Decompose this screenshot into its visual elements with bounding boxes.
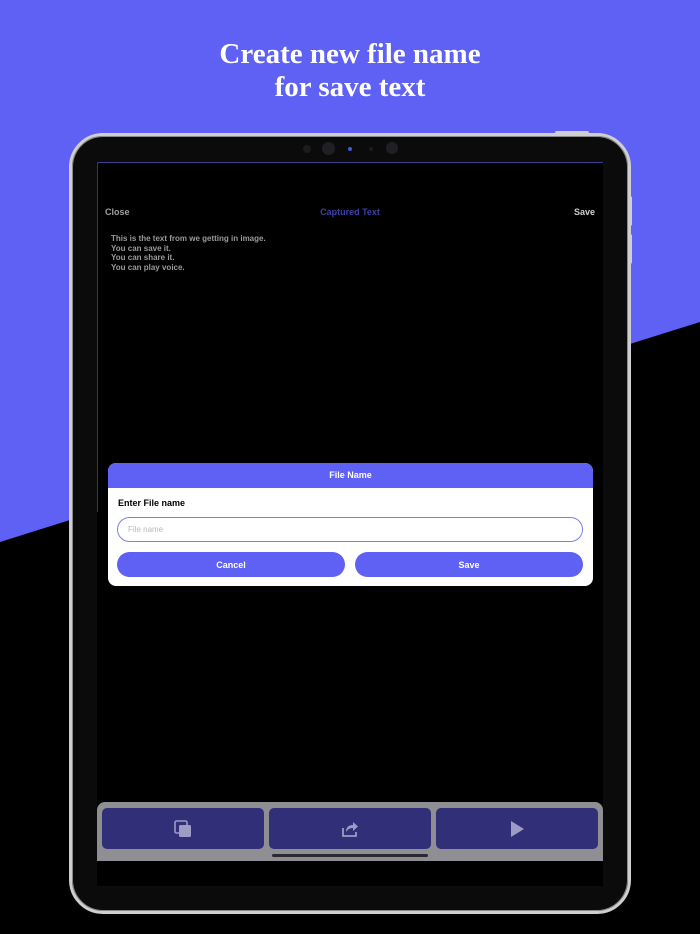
captured-text-line: You can share it. xyxy=(111,253,175,262)
sensor-indicator xyxy=(348,147,352,151)
play-button[interactable] xyxy=(436,808,598,849)
file-name-dialog: File Name Enter File name Cancel Save xyxy=(108,463,593,586)
dialog-title: File Name xyxy=(108,463,593,488)
top-button xyxy=(555,131,589,135)
play-icon xyxy=(511,820,524,837)
cancel-button[interactable]: Cancel xyxy=(117,552,345,577)
captured-text-line: You can play voice. xyxy=(111,262,185,272)
share-icon xyxy=(342,821,358,837)
copy-button[interactable] xyxy=(102,808,264,849)
headline-line-2: for save text xyxy=(274,71,426,103)
headline: Create new file name for save text xyxy=(0,38,700,104)
captured-text[interactable]: This is the text from we getting in imag… xyxy=(111,234,266,272)
bottom-toolbar xyxy=(97,802,603,861)
camera-lens xyxy=(322,142,335,155)
copy-icon xyxy=(174,819,191,837)
home-indicator xyxy=(272,854,428,857)
share-button[interactable] xyxy=(269,808,431,849)
camera-lens-secondary xyxy=(386,142,398,154)
save-nav-button[interactable]: Save xyxy=(574,207,595,217)
file-name-input[interactable] xyxy=(117,517,583,542)
volume-down-button xyxy=(628,234,632,264)
captured-text-line: This is the text from we getting in imag… xyxy=(111,234,266,243)
headline-line-1: Create new file name xyxy=(219,38,481,70)
sensor-dot xyxy=(303,145,311,153)
divider xyxy=(97,162,603,163)
file-name-label: Enter File name xyxy=(118,498,186,508)
captured-text-line: You can save it. xyxy=(111,243,171,253)
save-button[interactable]: Save xyxy=(355,552,583,577)
page-title: Captured Text xyxy=(320,207,380,217)
sensor-dot-small xyxy=(369,147,373,151)
app-screen: Close Captured Text Save This is the tex… xyxy=(97,162,603,886)
volume-up-button xyxy=(628,196,632,226)
